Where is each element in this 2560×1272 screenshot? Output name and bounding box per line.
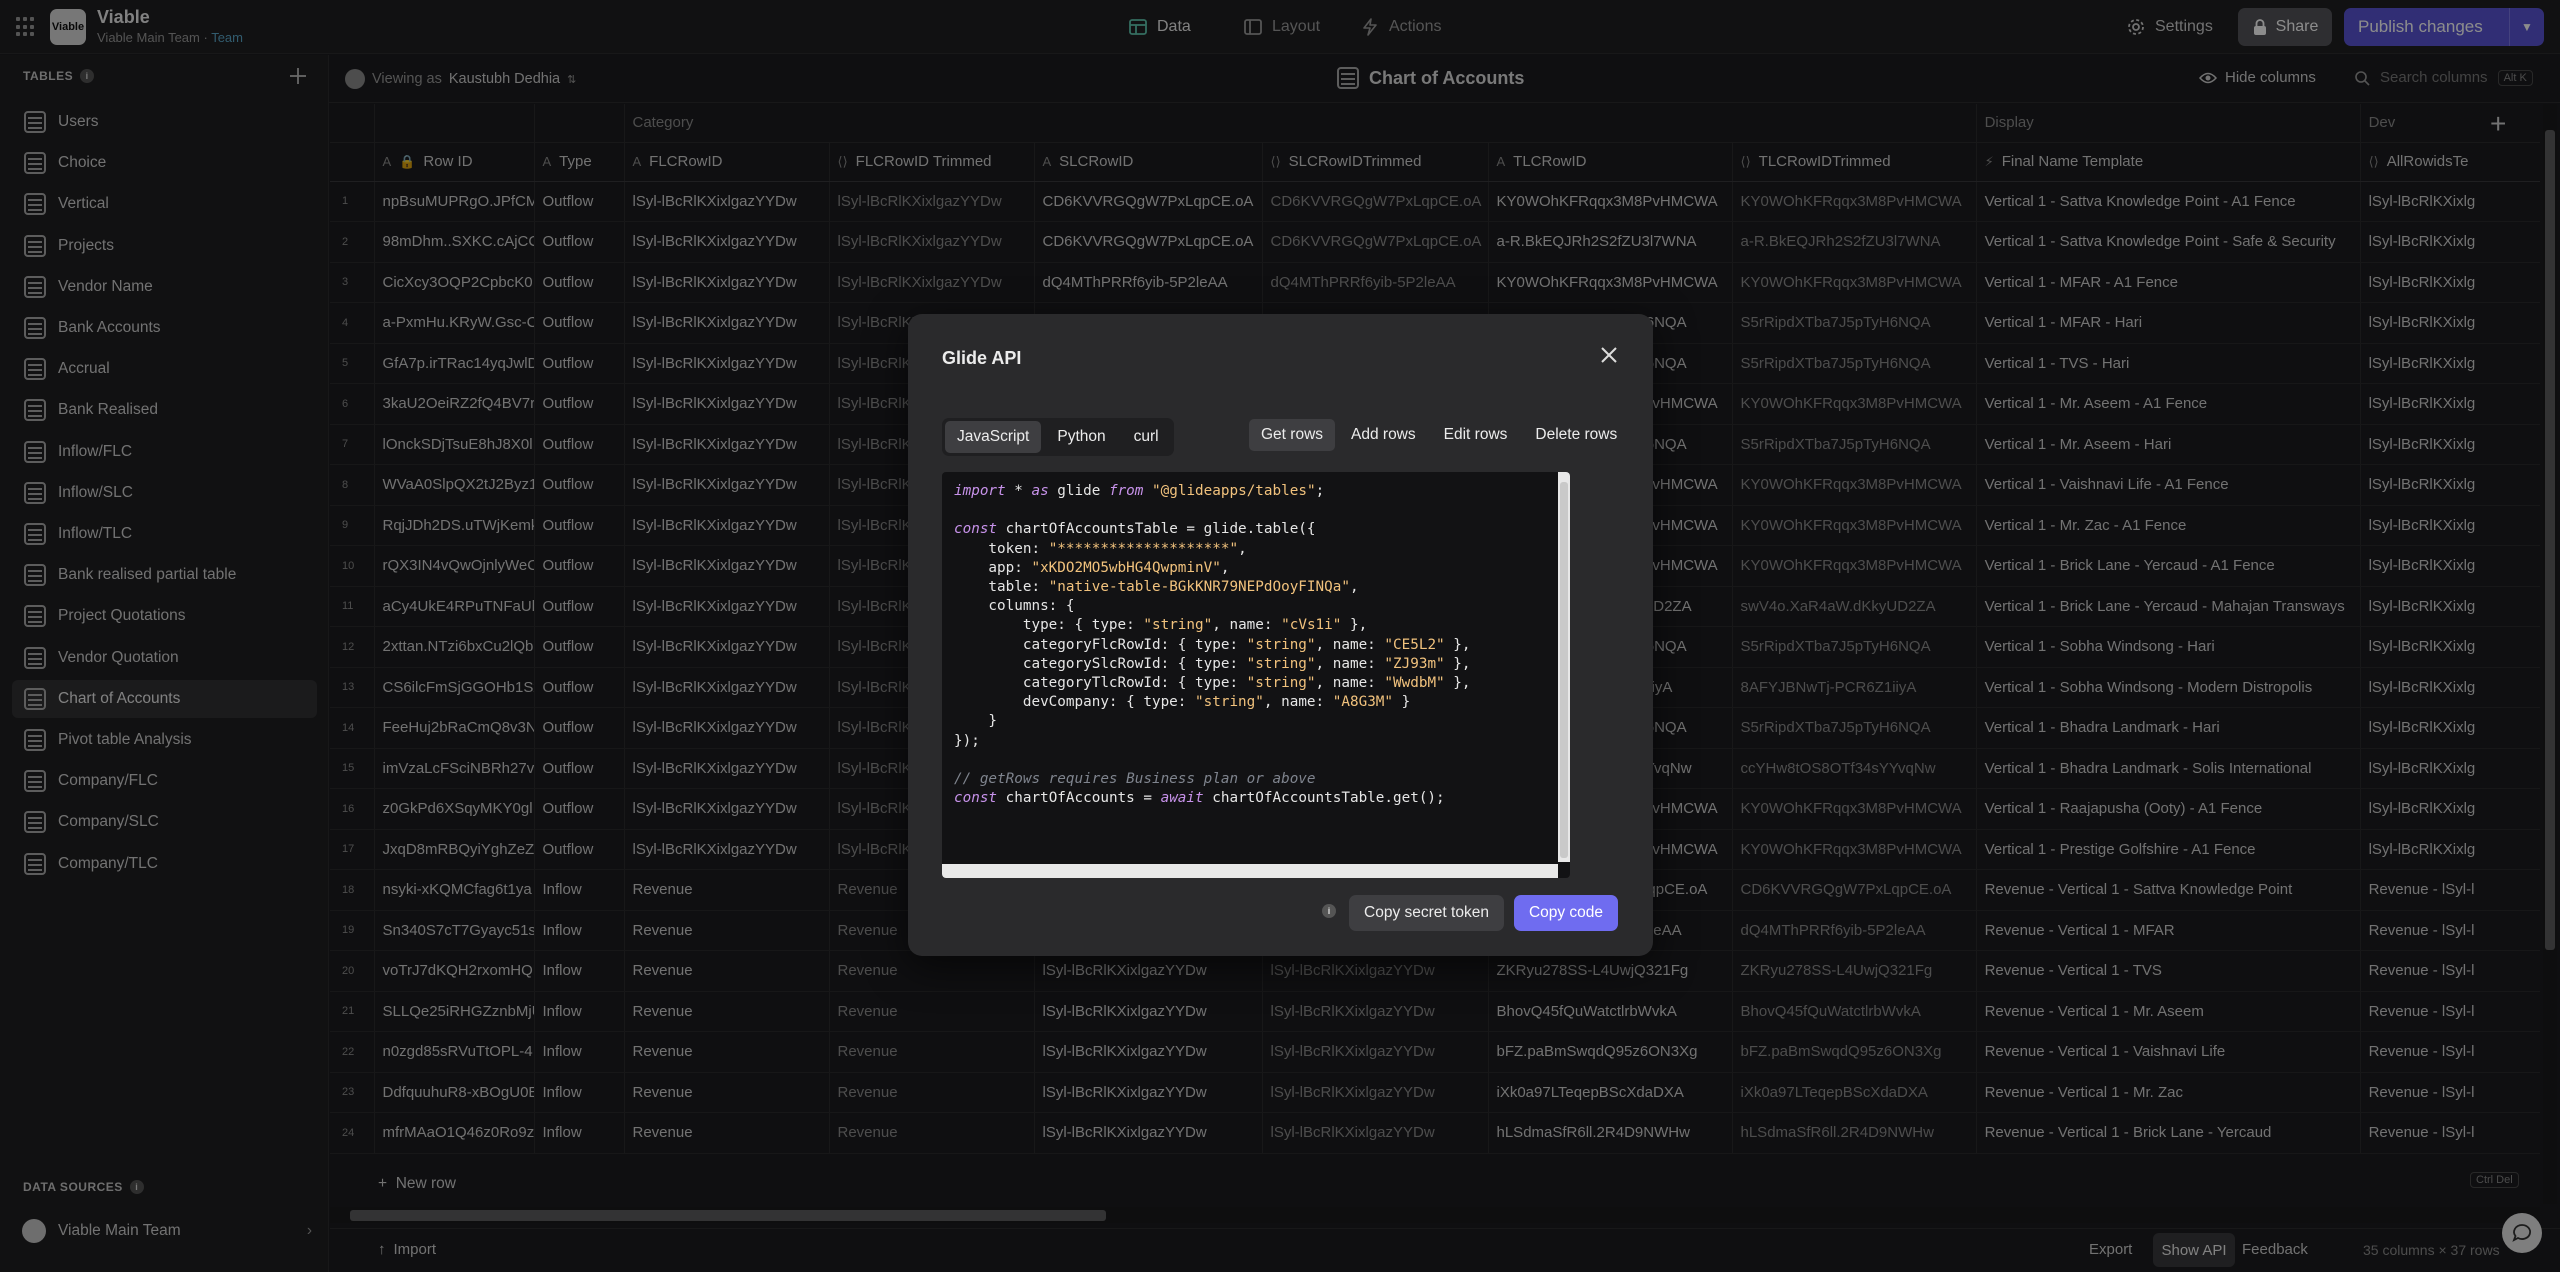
code-vertical-scrollbar[interactable] bbox=[1558, 472, 1570, 862]
code-keyword: as bbox=[1031, 483, 1049, 499]
language-tabs: JavaScript Python curl bbox=[942, 418, 1174, 456]
code-keyword: const bbox=[954, 521, 998, 538]
code-string: "WwdbM" bbox=[1384, 675, 1445, 692]
copy-secret-token-button[interactable]: Copy secret token bbox=[1349, 895, 1504, 931]
code-string: "xKDO2MO5wbHG4QwpminV" bbox=[1031, 559, 1221, 576]
code-text-span: categoryTlcRowId: { type: bbox=[954, 675, 1247, 692]
code-text-span: , name: bbox=[1315, 675, 1385, 692]
code-text-span: , name: bbox=[1263, 694, 1333, 711]
code-text-span: }, bbox=[1444, 655, 1471, 672]
code-comment: // getRows requires Business plan or abo… bbox=[954, 771, 1316, 788]
code-text-span: , name: bbox=[1315, 655, 1385, 672]
info-icon[interactable]: i bbox=[1322, 904, 1336, 918]
code-text-span: table: bbox=[954, 579, 1049, 596]
glide-api-dialog: Glide API JavaScript Python curl Get row… bbox=[908, 314, 1653, 956]
copy-code-button[interactable]: Copy code bbox=[1514, 895, 1618, 931]
code-string: "cVs1i" bbox=[1281, 617, 1342, 634]
code-text-span: token: bbox=[954, 540, 1049, 557]
code-text-span: , name: bbox=[1315, 636, 1385, 653]
action-tabs: Get rows Add rows Edit rows Delete rows bbox=[1246, 416, 1632, 452]
code-text-span: devCompany: { type: bbox=[954, 694, 1196, 711]
code-string: "native-table-BGkKNR79NEPdOoyFINQa" bbox=[1048, 579, 1350, 596]
tab-add-rows[interactable]: Add rows bbox=[1339, 419, 1428, 451]
tab-get-rows[interactable]: Get rows bbox=[1249, 419, 1336, 451]
code-text-span: * bbox=[1005, 483, 1032, 499]
code-text-span: }); bbox=[954, 732, 980, 749]
code-text-span: chartOfAccountsTable.get(); bbox=[1203, 790, 1445, 807]
code-text-span: columns: { bbox=[954, 598, 1075, 615]
tab-javascript[interactable]: JavaScript bbox=[945, 421, 1042, 453]
code-text-span: , bbox=[1220, 559, 1230, 576]
tab-curl[interactable]: curl bbox=[1122, 421, 1171, 453]
code-string: "********************" bbox=[1048, 540, 1239, 557]
code-string: "string" bbox=[1246, 636, 1316, 653]
code-keyword: const bbox=[954, 790, 998, 807]
tab-delete-rows[interactable]: Delete rows bbox=[1523, 419, 1629, 451]
code-text[interactable]: import * as glide from "@glideapps/table… bbox=[954, 482, 1471, 808]
code-string: "ZJ93m" bbox=[1384, 655, 1445, 672]
code-text-span bbox=[1143, 483, 1152, 499]
tab-edit-rows[interactable]: Edit rows bbox=[1432, 419, 1520, 451]
code-text-span: }, bbox=[1444, 636, 1471, 653]
close-icon[interactable] bbox=[1594, 340, 1624, 370]
code-text-span: categoryFlcRowId: { type: bbox=[954, 636, 1247, 653]
code-string: "A8G3M" bbox=[1332, 694, 1394, 711]
code-text-span: } bbox=[1393, 694, 1411, 711]
code-text-span: } bbox=[954, 713, 998, 730]
tab-python[interactable]: Python bbox=[1045, 421, 1117, 453]
code-keyword: import bbox=[954, 483, 1006, 499]
code-text-span: }, bbox=[1444, 675, 1471, 692]
scrollbar-thumb[interactable] bbox=[1560, 482, 1568, 858]
code-text-span: app: bbox=[954, 559, 1032, 576]
code-text-span: , bbox=[1238, 540, 1247, 557]
code-string: "string" bbox=[1246, 675, 1316, 692]
code-keyword: await bbox=[1160, 790, 1204, 807]
code-string: "string" bbox=[1246, 655, 1316, 672]
code-text-span: type: { type: bbox=[954, 617, 1144, 634]
code-text-span: chartOfAccounts = bbox=[997, 790, 1161, 807]
code-block[interactable]: import * as glide from "@glideapps/table… bbox=[942, 472, 1570, 878]
code-keyword: from bbox=[1108, 483, 1144, 499]
dialog-title: Glide API bbox=[942, 348, 1022, 368]
code-horizontal-scrollbar[interactable] bbox=[942, 864, 1558, 878]
code-string: "@glideapps/tables" bbox=[1152, 483, 1316, 499]
code-text-span: chartOfAccountsTable = glide.table({ bbox=[997, 521, 1316, 538]
code-text-span: , name: bbox=[1212, 617, 1282, 634]
code-text-span: categorySlcRowId: { type: bbox=[954, 655, 1247, 672]
code-text-span: , bbox=[1349, 579, 1359, 596]
code-string: "string" bbox=[1195, 694, 1264, 711]
code-text-span: glide bbox=[1048, 483, 1109, 499]
code-text-span: }, bbox=[1341, 617, 1368, 634]
code-text-span: ; bbox=[1315, 483, 1325, 499]
code-string: "CE5L2" bbox=[1384, 636, 1445, 653]
code-string: "string" bbox=[1143, 617, 1213, 634]
